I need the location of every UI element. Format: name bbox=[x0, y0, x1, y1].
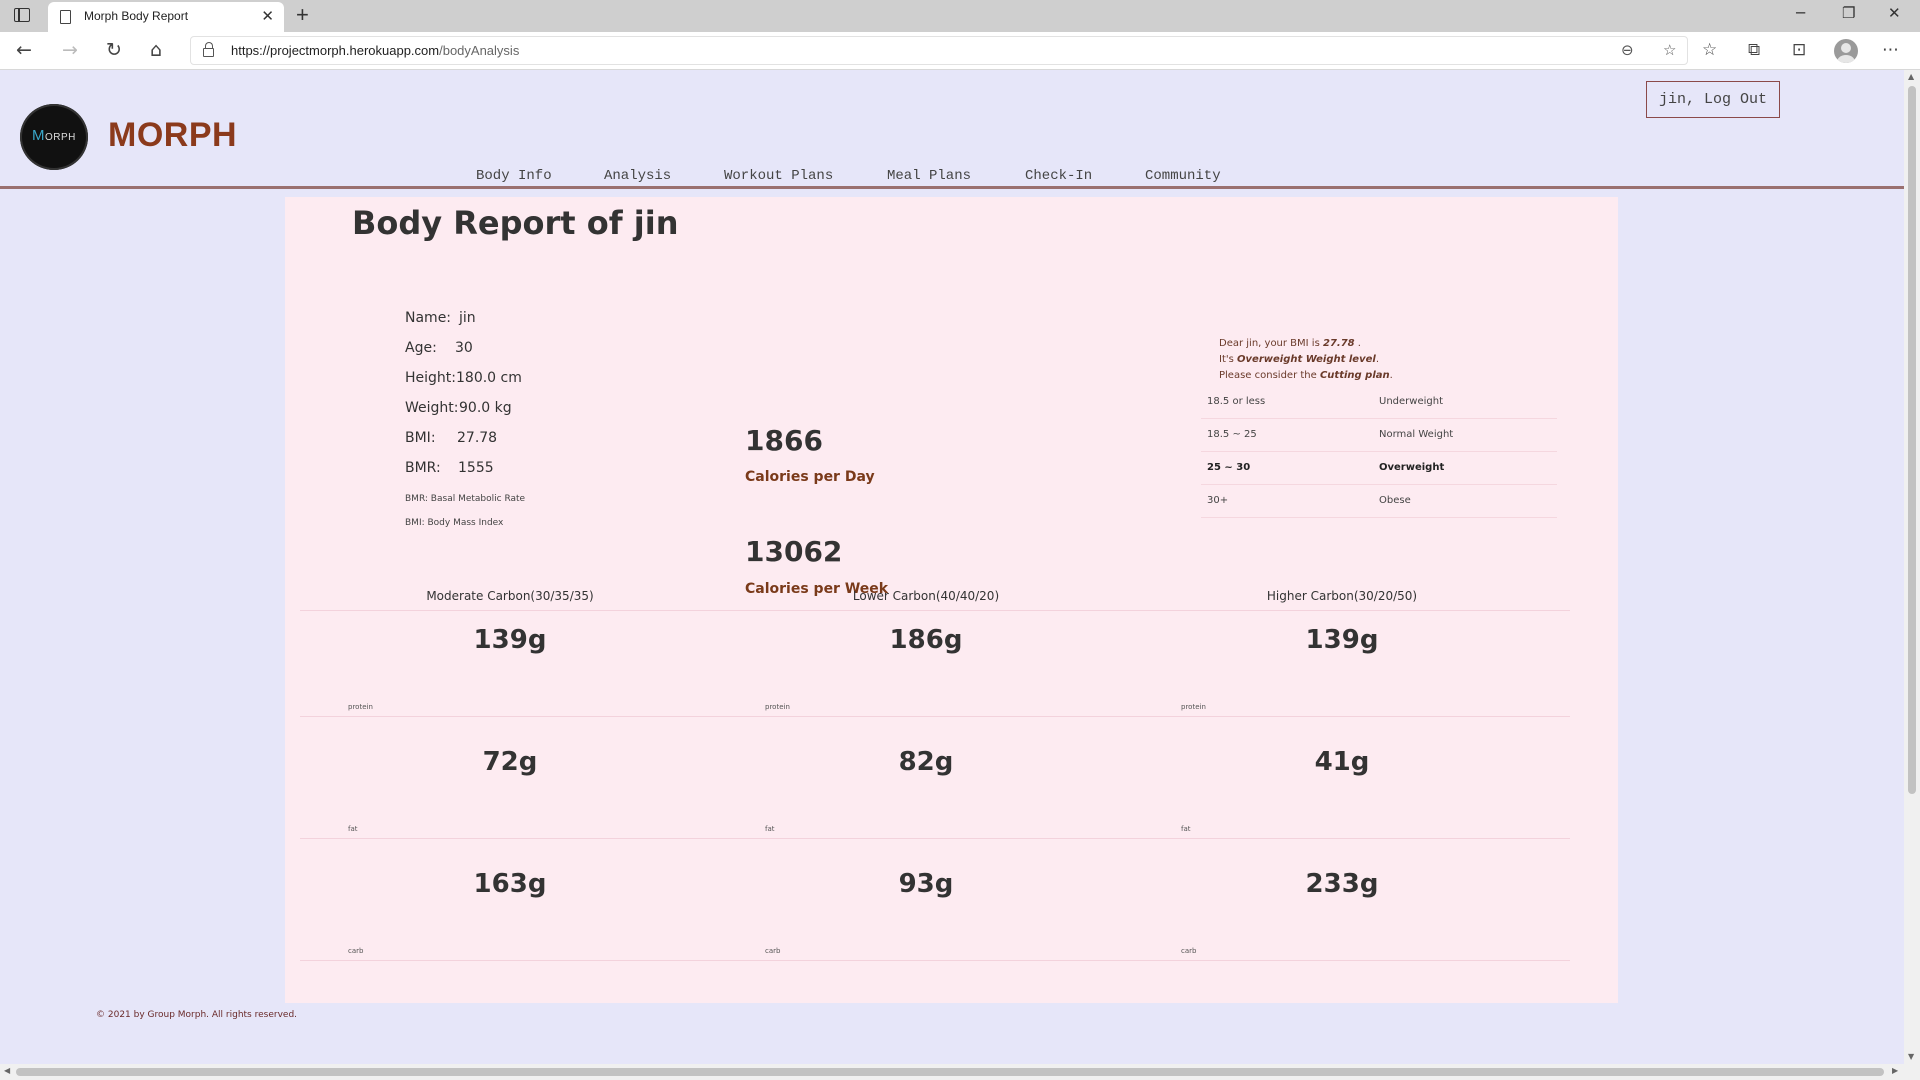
table-row: 18.5 or less Underweight bbox=[1201, 385, 1557, 419]
new-tab-button[interactable]: + bbox=[296, 2, 309, 28]
browser-toolbar: ← → ↻ ⌂ https://projectmorph.herokuapp.c… bbox=[0, 32, 1920, 70]
carb-higher: 233g bbox=[1305, 869, 1379, 899]
scroll-up-icon[interactable]: ▲ bbox=[1908, 72, 1914, 81]
url-text[interactable]: https://projectmorph.herokuapp.com/bodyA… bbox=[231, 43, 519, 58]
fat-lower: 82g bbox=[898, 747, 954, 777]
page-viewport: MORPH MORPH jin, Log Out Body Info Analy… bbox=[0, 70, 1904, 1064]
fat-higher: 41g bbox=[1314, 747, 1370, 777]
profile-avatar-icon[interactable] bbox=[1834, 39, 1858, 63]
protein-moderate: 139g bbox=[473, 625, 547, 655]
bmi-note: BMI: Body Mass Index bbox=[405, 518, 504, 528]
scroll-left-icon[interactable]: ◀ bbox=[4, 1066, 10, 1075]
carb-tag: carb bbox=[765, 947, 781, 955]
divider bbox=[300, 716, 1570, 717]
logout-button[interactable]: jin, Log Out bbox=[1646, 81, 1780, 118]
body-report-card: Body Report of jin Name: jin Age: 30 Heigh… bbox=[285, 197, 1618, 1003]
close-window-icon[interactable]: ✕ bbox=[1888, 4, 1901, 22]
carb-moderate: 163g bbox=[473, 869, 547, 899]
carb-lower: 93g bbox=[898, 869, 954, 899]
vertical-scrollbar[interactable]: ▲ ▼ bbox=[1904, 70, 1920, 1064]
protein-tag: protein bbox=[348, 703, 373, 711]
info-height: Height: 180.0 cm bbox=[405, 370, 522, 386]
add-favorite-icon[interactable]: ☆ bbox=[1663, 41, 1676, 59]
address-bar[interactable]: https://projectmorph.herokuapp.com/bodyA… bbox=[190, 36, 1688, 65]
protein-lower: 186g bbox=[889, 625, 963, 655]
plan-higher-carbon: Higher Carbon(30/20/50) bbox=[1266, 589, 1418, 603]
nav-check-in[interactable]: Check-In bbox=[1025, 168, 1092, 184]
nav-analysis[interactable]: Analysis bbox=[604, 168, 671, 184]
bmr-note: BMR: Basal Metabolic Rate bbox=[405, 494, 526, 504]
table-row: 30+ Obese bbox=[1201, 484, 1557, 518]
forward-icon: → bbox=[62, 39, 78, 61]
info-age: Age: 30 bbox=[405, 340, 473, 356]
browser-tab-bar: Morph Body Report ✕ + ─ ❐ ✕ bbox=[0, 0, 1920, 32]
bmi-table: 18.5 or less Underweight 18.5 ~ 25 Normal … bbox=[1201, 385, 1557, 518]
divider bbox=[300, 838, 1570, 839]
info-name: Name: jin bbox=[405, 310, 476, 326]
scrollbar-corner bbox=[1904, 1064, 1920, 1080]
nav-divider bbox=[0, 186, 1904, 189]
protein-higher: 139g bbox=[1305, 625, 1379, 655]
nav-meal-plans[interactable]: Meal Plans bbox=[887, 168, 971, 184]
nav-body-info[interactable]: Body Info bbox=[476, 168, 552, 184]
fat-moderate: 72g bbox=[482, 747, 538, 777]
nav-community[interactable]: Community bbox=[1145, 168, 1221, 184]
fat-tag: fat bbox=[1181, 825, 1191, 833]
table-row-active: 25 ~ 30 Overweight bbox=[1201, 451, 1557, 485]
horizontal-scrollbar[interactable]: ◀ ▶ bbox=[0, 1064, 1904, 1080]
scroll-thumb[interactable] bbox=[1908, 86, 1916, 794]
page-icon bbox=[60, 10, 71, 24]
protein-tag: protein bbox=[765, 703, 790, 711]
plan-lower-carbon: Lower Carbon(40/40/20) bbox=[852, 589, 1000, 603]
calories-per-day-label: Calories per Day bbox=[745, 469, 875, 485]
page-title: Body Report of jin bbox=[352, 204, 679, 242]
back-icon[interactable]: ← bbox=[16, 39, 32, 61]
calories-per-day-value: 1866 bbox=[745, 424, 823, 457]
footer-copyright: © 2021 by Group Morph. All rights reserv… bbox=[96, 1010, 298, 1020]
tab-title: Morph Body Report bbox=[84, 9, 189, 23]
brand-name[interactable]: MORPH bbox=[108, 116, 237, 155]
home-icon[interactable]: ⌂ bbox=[150, 39, 162, 61]
info-bmi: BMI: 27.78 bbox=[405, 430, 498, 446]
bmi-message: Dear jin, your BMI is 27.78 . It's Overw… bbox=[1219, 338, 1393, 381]
scroll-thumb[interactable] bbox=[16, 1068, 1884, 1076]
carb-tag: carb bbox=[1181, 947, 1197, 955]
table-row: 18.5 ~ 25 Normal Weight bbox=[1201, 418, 1557, 452]
fat-tag: fat bbox=[348, 825, 358, 833]
scroll-down-icon[interactable]: ▼ bbox=[1908, 1052, 1914, 1061]
plan-moderate-carbon: Moderate Carbon(30/35/35) bbox=[426, 589, 594, 603]
lock-icon[interactable] bbox=[203, 42, 214, 57]
restore-icon[interactable]: ❐ bbox=[1842, 4, 1855, 22]
fat-tag: fat bbox=[765, 825, 775, 833]
refresh-icon[interactable]: ↻ bbox=[106, 39, 122, 61]
close-tab-icon[interactable]: ✕ bbox=[261, 7, 274, 25]
info-weight: Weight: 90.0 kg bbox=[405, 400, 512, 416]
favorites-icon[interactable]: ☆ bbox=[1702, 40, 1717, 60]
divider bbox=[300, 960, 1570, 961]
tab-actions-icon[interactable] bbox=[14, 8, 30, 22]
zoom-icon[interactable]: ⊖ bbox=[1621, 41, 1634, 59]
collections-icon[interactable]: ⧉ bbox=[1748, 40, 1760, 60]
carb-tag: carb bbox=[348, 947, 364, 955]
info-bmr: BMR: 1555 bbox=[405, 460, 494, 476]
divider bbox=[300, 610, 1570, 611]
morph-logo[interactable]: MORPH bbox=[20, 104, 88, 170]
nav-workout-plans[interactable]: Workout Plans bbox=[724, 168, 833, 184]
more-icon[interactable]: ⋯ bbox=[1882, 40, 1899, 60]
browser-tab[interactable]: Morph Body Report ✕ bbox=[48, 2, 284, 32]
extensions-icon[interactable]: ⊡ bbox=[1792, 40, 1806, 60]
minimize-icon[interactable]: ─ bbox=[1796, 4, 1805, 22]
protein-tag: protein bbox=[1181, 703, 1206, 711]
calories-per-week-value: 13062 bbox=[745, 535, 843, 568]
scroll-right-icon[interactable]: ▶ bbox=[1892, 1066, 1898, 1075]
